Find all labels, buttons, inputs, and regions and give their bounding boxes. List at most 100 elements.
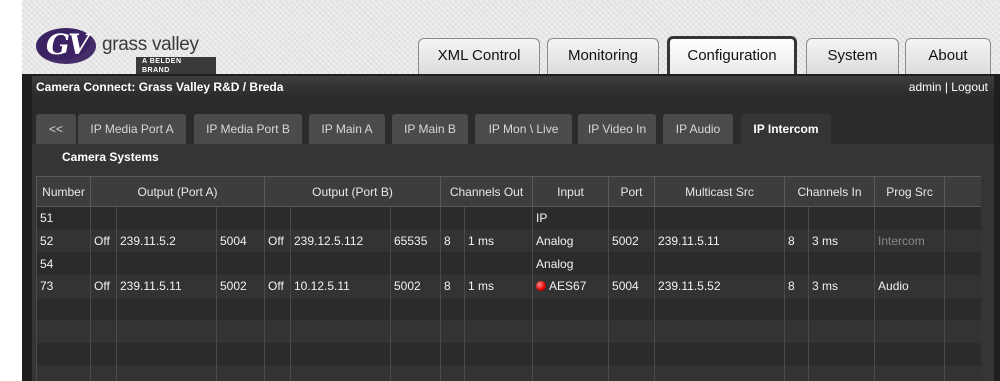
cell-spare[interactable] — [944, 297, 981, 321]
cell-multicast-src[interactable] — [654, 297, 785, 321]
tab-ip-media-port-b[interactable]: IP Media Port B — [194, 114, 302, 144]
cell-channels-out-count[interactable] — [440, 297, 465, 321]
cell-prog-src[interactable] — [874, 320, 945, 344]
cell-output-a-state[interactable]: Off — [90, 229, 117, 253]
cell-channels-out-count[interactable] — [440, 320, 465, 344]
tab-ip-video-in[interactable]: IP Video In — [578, 114, 656, 144]
tab-system[interactable]: System — [806, 38, 899, 74]
cell-channels-in-count[interactable] — [784, 252, 809, 276]
tab-xml-control[interactable]: XML Control — [418, 38, 540, 74]
table-row[interactable]: 51 IP — [36, 206, 981, 230]
cell-channels-in-latency[interactable] — [808, 252, 875, 276]
cell-output-b-address[interactable] — [290, 252, 391, 276]
cell-output-a-address[interactable] — [116, 297, 217, 321]
cell-port[interactable]: 5004 — [608, 275, 655, 298]
cell-channels-in-count[interactable]: 8 — [784, 229, 809, 253]
cell-output-b-address[interactable] — [290, 343, 391, 366]
cell-output-b-state[interactable] — [264, 320, 291, 344]
cell-output-a-address[interactable] — [116, 206, 217, 230]
table-row[interactable] — [36, 320, 981, 344]
cell-output-b-address[interactable] — [290, 365, 391, 381]
cell-input[interactable]: Analog — [532, 252, 609, 276]
cell-output-a-state[interactable] — [90, 365, 117, 381]
cell-output-b-state[interactable] — [264, 297, 291, 321]
cell-channels-out-count[interactable] — [440, 252, 465, 276]
cell-channels-out-latency[interactable] — [463, 365, 533, 381]
cell-channels-out-latency[interactable]: 1 ms — [463, 229, 533, 253]
cell-number[interactable] — [36, 343, 91, 366]
cell-output-a-address[interactable] — [116, 252, 217, 276]
table-row[interactable]: 73 Off 239.11.5.11 5002 Off 10.12.5.11 5002 8 1 … — [36, 275, 981, 298]
cell-channels-in-count[interactable] — [784, 297, 809, 321]
cell-input[interactable] — [532, 343, 609, 366]
cell-channels-out-count[interactable]: 8 — [440, 229, 465, 253]
cell-prog-src[interactable] — [874, 297, 945, 321]
cell-multicast-src[interactable] — [654, 365, 785, 381]
cell-number[interactable]: 73 — [36, 275, 91, 298]
cell-output-a-port[interactable] — [216, 297, 265, 321]
cell-prog-src[interactable]: Audio — [874, 275, 945, 298]
cell-multicast-src[interactable]: 239.11.5.11 — [654, 229, 785, 253]
tab-ip-intercom[interactable]: IP Intercom — [741, 114, 831, 144]
cell-output-b-address[interactable]: 10.12.5.11 — [290, 275, 391, 298]
cell-port[interactable] — [608, 252, 655, 276]
cell-multicast-src[interactable] — [654, 343, 785, 366]
cell-multicast-src[interactable] — [654, 252, 785, 276]
cell-channels-out-latency[interactable] — [463, 297, 533, 321]
cell-prog-src[interactable] — [874, 206, 945, 230]
cell-spare[interactable] — [944, 252, 981, 276]
cell-input[interactable]: Analog — [532, 229, 609, 253]
cell-output-a-state[interactable] — [90, 320, 117, 344]
cell-output-b-port[interactable] — [390, 252, 441, 276]
cell-spare[interactable] — [944, 343, 981, 366]
cell-output-a-address[interactable] — [116, 343, 217, 366]
cell-output-a-address[interactable] — [116, 365, 217, 381]
cell-channels-in-latency[interactable] — [808, 343, 875, 366]
tab-ip-mon-live[interactable]: IP Mon \ Live — [475, 114, 572, 144]
cell-channels-out-latency[interactable]: 1 ms — [463, 275, 533, 298]
cell-channels-out-count[interactable]: 8 — [440, 275, 465, 298]
cell-spare[interactable] — [944, 206, 981, 230]
cell-channels-out-count[interactable] — [440, 206, 465, 230]
cell-input[interactable]: IP — [532, 206, 609, 230]
tab-ip-main-a[interactable]: IP Main A — [309, 114, 385, 144]
cell-output-b-address[interactable] — [290, 297, 391, 321]
cell-output-b-state[interactable] — [264, 365, 291, 381]
table-row[interactable] — [36, 297, 981, 321]
cell-output-b-state[interactable] — [264, 343, 291, 366]
cell-channels-in-latency[interactable] — [808, 297, 875, 321]
cell-multicast-src[interactable]: 239.11.5.52 — [654, 275, 785, 298]
cell-prog-src[interactable] — [874, 343, 945, 366]
tab-ip-main-b[interactable]: IP Main B — [392, 114, 468, 144]
cell-prog-src[interactable] — [874, 252, 945, 276]
cell-channels-in-latency[interactable]: 3 ms — [808, 229, 875, 253]
cell-port[interactable] — [608, 206, 655, 230]
cell-output-b-address[interactable] — [290, 206, 391, 230]
tab-back[interactable]: << — [36, 114, 76, 144]
cell-output-a-state[interactable] — [90, 343, 117, 366]
cell-spare[interactable] — [944, 275, 981, 298]
tab-ip-media-port-a[interactable]: IP Media Port A — [78, 114, 186, 144]
cell-output-b-address[interactable]: 239.12.5.112 — [290, 229, 391, 253]
tab-monitoring[interactable]: Monitoring — [547, 38, 659, 74]
cell-output-a-port[interactable] — [216, 252, 265, 276]
cell-port[interactable] — [608, 343, 655, 366]
cell-port[interactable] — [608, 320, 655, 344]
cell-channels-in-latency[interactable] — [808, 365, 875, 381]
table-row[interactable] — [36, 365, 981, 381]
cell-channels-out-latency[interactable] — [463, 252, 533, 276]
table-row[interactable] — [36, 343, 981, 366]
cell-multicast-src[interactable] — [654, 206, 785, 230]
cell-channels-out-latency[interactable] — [463, 343, 533, 366]
tab-ip-audio[interactable]: IP Audio — [663, 114, 733, 144]
cell-output-a-port[interactable]: 5002 — [216, 275, 265, 298]
tab-about[interactable]: About — [905, 38, 991, 74]
cell-number[interactable] — [36, 320, 91, 344]
cell-port[interactable] — [608, 297, 655, 321]
cell-output-a-state[interactable] — [90, 252, 117, 276]
cell-output-a-port[interactable] — [216, 343, 265, 366]
cell-prog-src[interactable] — [874, 365, 945, 381]
cell-output-b-port[interactable] — [390, 320, 441, 344]
cell-port[interactable] — [608, 365, 655, 381]
cell-channels-out-count[interactable] — [440, 365, 465, 381]
